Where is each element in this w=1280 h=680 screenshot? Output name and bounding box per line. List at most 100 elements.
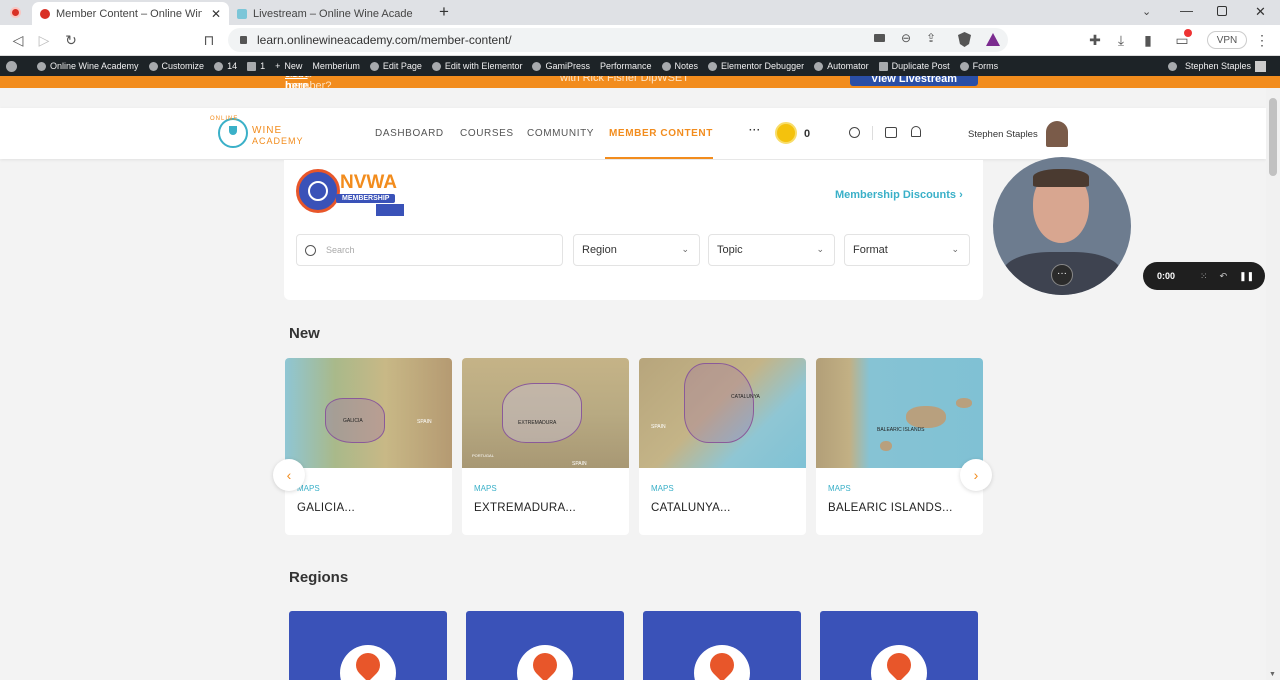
admin-item-forms[interactable]: Forms	[959, 61, 998, 71]
presenter-hair	[1033, 169, 1089, 187]
reload-icon[interactable]: ↻	[63, 32, 79, 48]
admin-item-site[interactable]: Online Wine Academy	[37, 61, 139, 71]
tab-search-icon[interactable]: ⌄	[1142, 5, 1151, 18]
forward-icon[interactable]: ▷	[36, 32, 52, 48]
admin-item-automator[interactable]: Automator	[814, 61, 869, 71]
nav-more-button[interactable]: ···	[749, 125, 761, 136]
active-nav-indicator	[605, 157, 713, 159]
section-title-new: New	[289, 325, 320, 342]
downloads-icon[interactable]: ⤓	[1113, 32, 1129, 48]
new-tab-button[interactable]: +	[439, 2, 449, 22]
admin-item-comments[interactable]: 1	[247, 61, 265, 71]
admin-item-new[interactable]: + New	[275, 61, 302, 71]
maximize-window-button[interactable]	[1217, 6, 1227, 16]
admin-item-customize[interactable]: Customize	[148, 61, 204, 71]
pencil-icon	[369, 61, 379, 71]
drag-handle-icon[interactable]: ⁙	[1200, 271, 1208, 282]
view-livestream-button[interactable]: View Livestream	[850, 76, 978, 86]
admin-item-elementor[interactable]: Edit with Elementor	[431, 61, 522, 71]
crown-icon	[532, 61, 542, 71]
admin-item-debugger[interactable]: Elementor Debugger	[708, 61, 804, 71]
close-window-button[interactable]: ✕	[1255, 4, 1266, 20]
page-scrollbar[interactable]: ▼	[1266, 88, 1280, 680]
search-icon[interactable]	[849, 127, 860, 138]
close-tab-icon[interactable]: ✕	[211, 7, 221, 21]
camera-permission-icon[interactable]	[874, 34, 885, 42]
card-tag: MAPS	[651, 484, 674, 493]
nav-community[interactable]: COMMUNITY	[527, 128, 594, 139]
card-tag: MAPS	[474, 484, 497, 493]
admin-item-performance[interactable]: Performance	[600, 61, 652, 71]
island	[906, 406, 946, 428]
header-user-name[interactable]: Stephen Staples	[968, 129, 1038, 140]
island	[956, 398, 972, 408]
scrollbar-thumb[interactable]	[1269, 98, 1277, 176]
comment-icon	[247, 61, 257, 71]
map-pin-icon	[340, 645, 396, 680]
wordpress-logo-icon[interactable]	[6, 60, 27, 72]
points-coin-icon[interactable]	[775, 122, 797, 144]
back-icon[interactable]: ◁	[10, 32, 26, 48]
chevron-down-icon: ⌄	[951, 244, 959, 254]
admin-user-menu[interactable]: Stephen Staples	[1167, 60, 1266, 72]
nav-member-content[interactable]: MEMBER CONTENT	[609, 128, 713, 139]
format-select[interactable]: Format ⌄	[844, 234, 970, 266]
brush-icon	[148, 61, 158, 71]
share-icon[interactable]: ⇪	[926, 31, 936, 45]
sidebar-icon[interactable]: ▮	[1140, 32, 1156, 48]
vpn-button[interactable]: VPN	[1207, 31, 1247, 49]
region-card[interactable]	[466, 611, 624, 680]
extensions-icon[interactable]: ✚	[1087, 32, 1103, 48]
content-card[interactable]: EXTREMADURA PORTUGAL SPAIN MAPS EXTREMAD…	[462, 358, 629, 535]
avatar	[1255, 60, 1266, 72]
webcam-bubble[interactable]: ···	[993, 157, 1131, 295]
undo-icon[interactable]: ↶	[1220, 271, 1228, 282]
join-link[interactable]: Join here.	[285, 76, 311, 88]
admin-item-notes[interactable]: Notes	[661, 61, 698, 71]
region-outline	[684, 363, 754, 443]
admin-item-updates[interactable]: 14	[214, 61, 237, 71]
browser-menu-icon[interactable]: ⋮	[1254, 32, 1270, 48]
site-header: ONLINE WINE ACADEMY DASHBOARD COURSES CO…	[0, 108, 1266, 159]
content-card[interactable]: GALICIA SPAIN MAPS GALICIA...	[285, 358, 452, 535]
nav-dashboard[interactable]: DASHBOARD	[375, 128, 444, 139]
content-card[interactable]: BALEARIC ISLANDS MAPS BALEARIC ISLANDS..…	[816, 358, 983, 535]
membership-discounts-link[interactable]: Membership Discounts ›	[835, 189, 963, 201]
brave-rewards-icon[interactable]	[986, 33, 1000, 46]
pause-icon[interactable]: ❚❚	[1239, 271, 1254, 282]
site-logo[interactable]: ONLINE WINE ACADEMY	[210, 116, 310, 154]
address-bar[interactable]: learn.onlinewineacademy.com/member-conte…	[228, 28, 1008, 52]
brave-shield-icon[interactable]	[958, 32, 971, 47]
user-circle-icon	[1167, 61, 1177, 71]
region-card[interactable]	[289, 611, 447, 680]
chevron-down-icon: ⌄	[816, 244, 824, 254]
admin-item-memberium[interactable]: Memberium	[312, 61, 360, 71]
automator-icon	[814, 61, 824, 71]
topic-select[interactable]: Topic ⌄	[708, 234, 835, 266]
search-input[interactable]: Search	[296, 234, 563, 266]
admin-item-gamipress[interactable]: GamiPress	[532, 61, 590, 71]
bookmark-icon[interactable]: ⊓	[201, 32, 217, 48]
region-select[interactable]: Region ⌄	[573, 234, 700, 266]
content-card[interactable]: CATALUNYA SPAIN MAPS CATALUNYA...	[639, 358, 806, 535]
carousel-prev-button[interactable]: ‹	[273, 459, 305, 491]
avatar[interactable]	[1046, 121, 1068, 147]
carousel-next-button[interactable]: ›	[960, 459, 992, 491]
more-options-icon[interactable]: ···	[1051, 264, 1073, 286]
scroll-down-arrow-icon[interactable]: ▼	[1269, 671, 1276, 678]
inbox-icon[interactable]	[885, 127, 897, 138]
bell-icon[interactable]	[911, 126, 921, 137]
tab-title: Member Content – Online Win	[56, 7, 202, 20]
tab-livestream[interactable]: Livestream – Online Wine Academy	[229, 2, 429, 25]
wallet-icon[interactable]: ▭	[1174, 29, 1192, 48]
admin-item-edit-page[interactable]: Edit Page	[369, 61, 422, 71]
region-card[interactable]	[643, 611, 801, 680]
banner-text: with Rick Fisher DipWSET	[560, 76, 689, 84]
tab-member-content[interactable]: Member Content – Online Win ✕	[32, 2, 229, 25]
minimize-window-button[interactable]: —	[1180, 3, 1193, 18]
nav-courses[interactable]: COURSES	[460, 128, 514, 139]
admin-item-duplicate[interactable]: Duplicate Post	[878, 61, 950, 71]
region-card[interactable]	[820, 611, 978, 680]
zoom-icon[interactable]: ⊖	[901, 31, 911, 45]
wp-admin-bar: Online Wine Academy Customize 14 1 + New …	[0, 56, 1280, 76]
